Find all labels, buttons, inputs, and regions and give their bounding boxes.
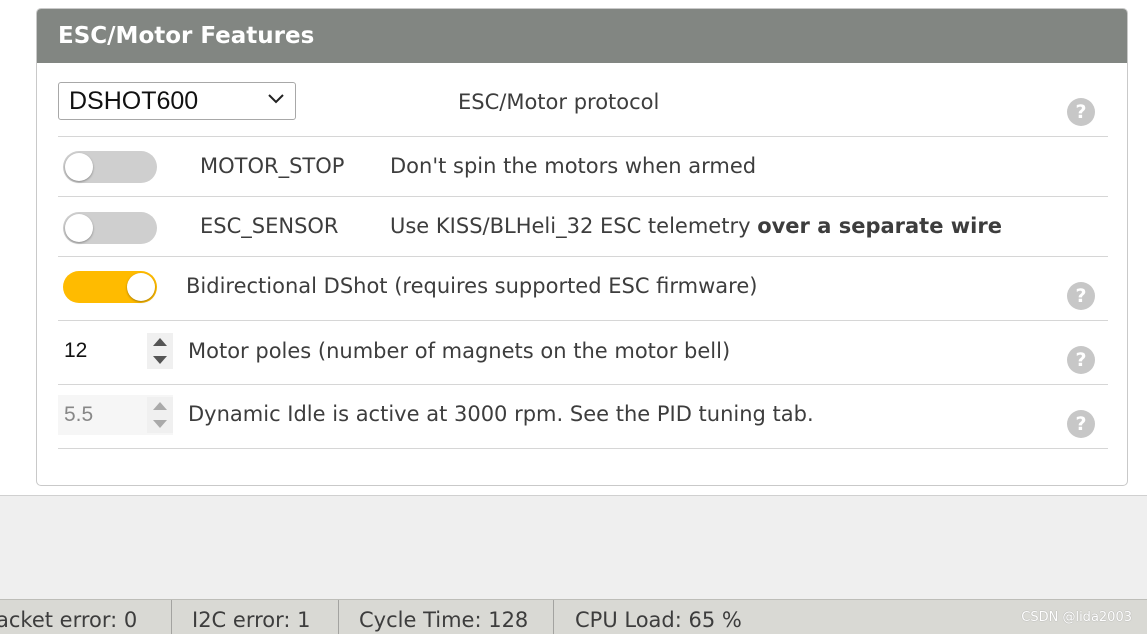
- panel-title: ESC/Motor Features: [37, 9, 1127, 63]
- esc-sensor-toggle[interactable]: [63, 212, 157, 244]
- dynamic-idle-row: 5.5 Dynamic Idle is active at 3000 rpm. …: [58, 385, 1108, 449]
- protocol-row: DSHOT600 ESC/Motor protocol ?: [58, 63, 1108, 137]
- motor-poles-value: 12: [64, 339, 88, 362]
- arrow-down-icon: [153, 420, 167, 428]
- i2c-error-status: I2C error: 1: [192, 608, 311, 632]
- protocol-selected-value: DSHOT600: [69, 87, 199, 115]
- help-icon[interactable]: ?: [1067, 98, 1095, 126]
- protocol-label: ESC/Motor protocol: [458, 90, 660, 114]
- motor-stop-name: MOTOR_STOP: [200, 154, 345, 178]
- help-icon[interactable]: ?: [1067, 410, 1095, 438]
- cpu-load-status: CPU Load: 65 %: [575, 608, 742, 632]
- chevron-down-icon: [268, 94, 284, 104]
- esc-sensor-name: ESC_SENSOR: [200, 214, 339, 238]
- motor-stop-description: Don't spin the motors when armed: [390, 154, 757, 178]
- arrow-down-icon[interactable]: [153, 356, 167, 364]
- dynamic-idle-input: 5.5: [58, 395, 173, 435]
- toggle-knob: [65, 214, 93, 242]
- status-divider: [338, 600, 339, 634]
- toggle-knob: [65, 153, 93, 181]
- packet-error-status: acket error: 0: [0, 608, 138, 632]
- cycle-time-status: Cycle Time: 128: [359, 608, 529, 632]
- log-area: [0, 495, 1147, 600]
- help-icon[interactable]: ?: [1067, 346, 1095, 374]
- bidir-dshot-toggle[interactable]: [63, 271, 157, 303]
- watermark: CSDN @lida2003: [1021, 610, 1132, 625]
- toggle-knob: [127, 273, 155, 301]
- status-bar: acket error: 0 I2C error: 1 Cycle Time: …: [0, 599, 1147, 634]
- arrow-up-icon[interactable]: [153, 338, 167, 346]
- status-divider: [553, 600, 554, 634]
- dynamic-idle-label: Dynamic Idle is active at 3000 rpm. See …: [188, 402, 814, 426]
- esc-sensor-description-text: Use KISS/BLHeli_32 ESC telemetry: [390, 214, 758, 238]
- dynamic-idle-stepper: [147, 397, 173, 433]
- help-icon[interactable]: ?: [1067, 282, 1095, 310]
- arrow-up-icon: [153, 402, 167, 410]
- motor-stop-row: MOTOR_STOP Don't spin the motors when ar…: [58, 137, 1108, 197]
- bidir-dshot-row: Bidirectional DShot (requires supported …: [58, 257, 1108, 321]
- motor-poles-input[interactable]: 12: [58, 331, 173, 371]
- status-divider: [171, 600, 172, 634]
- motor-poles-label: Motor poles (number of magnets on the mo…: [188, 339, 731, 363]
- motor-poles-stepper[interactable]: [147, 333, 173, 369]
- motor-stop-toggle[interactable]: [63, 151, 157, 183]
- esc-sensor-row: ESC_SENSOR Use KISS/BLHeli_32 ESC teleme…: [58, 197, 1108, 257]
- bidir-dshot-label: Bidirectional DShot (requires supported …: [186, 274, 758, 298]
- esc-sensor-description: Use KISS/BLHeli_32 ESC telemetry over a …: [390, 214, 1002, 238]
- protocol-select[interactable]: DSHOT600: [58, 82, 296, 120]
- dynamic-idle-value: 5.5: [64, 403, 94, 426]
- motor-poles-row: 12 Motor poles (number of magnets on the…: [58, 321, 1108, 385]
- esc-sensor-description-bold: over a separate wire: [757, 214, 1002, 238]
- esc-motor-features-panel: ESC/Motor Features DSHOT600 ESC/Motor pr…: [36, 8, 1128, 486]
